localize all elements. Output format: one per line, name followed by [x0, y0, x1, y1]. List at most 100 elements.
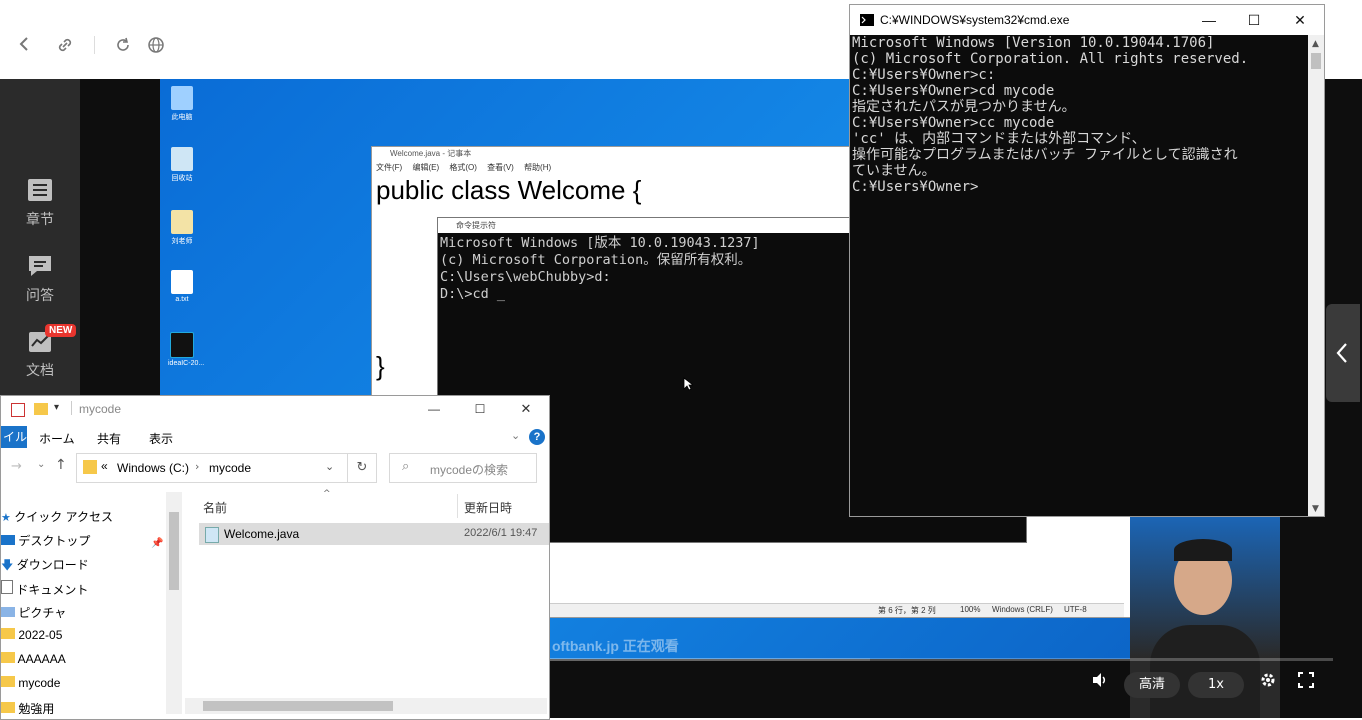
- scrollbar-thumb[interactable]: [1311, 53, 1321, 69]
- speed-button[interactable]: 1x: [1188, 672, 1244, 698]
- console-line: 指定されたパスが見つかりません。: [852, 99, 1076, 115]
- horizontal-scrollbar-thumb[interactable]: [203, 701, 393, 711]
- console-line: C:¥Users¥Owner>cd mycode: [852, 83, 1055, 99]
- recent-dropdown-icon[interactable]: ⌄: [37, 459, 45, 470]
- nav-pictures[interactable]: ピクチャ: [1, 604, 66, 621]
- close-button[interactable]: ✕: [503, 395, 549, 425]
- nav-quick-access[interactable]: ★ クイック アクセス: [1, 508, 113, 525]
- menu-file: 文件(F): [376, 163, 403, 172]
- expand-ribbon-icon[interactable]: ⌄: [511, 429, 520, 442]
- settings-button[interactable]: [1256, 672, 1280, 698]
- nav-scrollbar[interactable]: [166, 492, 182, 714]
- fullscreen-button[interactable]: [1294, 672, 1318, 698]
- desktop-icon: [1, 535, 15, 545]
- sort-indicator-icon: ^: [323, 489, 331, 499]
- maximize-icon: ☐: [474, 402, 486, 416]
- reload-icon: [117, 37, 129, 51]
- search-box[interactable]: ⌕ mycodeの検索: [389, 453, 537, 483]
- close-icon: ✕: [520, 401, 532, 416]
- new-folder-icon[interactable]: [34, 403, 48, 415]
- chevron-left-icon: [1336, 343, 1347, 363]
- desktop-icon-folder: 刘老师: [168, 210, 196, 246]
- refresh-button[interactable]: ↻: [347, 453, 377, 483]
- nav-scrollbar-thumb[interactable]: [169, 512, 179, 590]
- status-encoding: UTF-8: [1064, 605, 1087, 614]
- scroll-down-icon[interactable]: ▼: [1312, 504, 1319, 514]
- collapse-panel-button[interactable]: [1326, 304, 1360, 402]
- reload-button[interactable]: [114, 36, 132, 59]
- status-zoom: 100%: [960, 605, 981, 614]
- nav-folder-mycode[interactable]: mycode: [1, 676, 60, 690]
- column-header-name[interactable]: 名前: [203, 499, 227, 516]
- cmd-scrollbar[interactable]: ▲ ▼: [1308, 35, 1324, 516]
- translate-button[interactable]: [147, 36, 165, 59]
- minimize-button[interactable]: —: [1186, 5, 1232, 35]
- menu-edit: 编辑(E): [412, 163, 440, 172]
- desktop-icon-recycle-bin: 回收站: [168, 147, 196, 183]
- sidebar-item-qa[interactable]: 问答: [0, 253, 80, 305]
- chapter-icon: [28, 179, 52, 201]
- nav-folder-aaaaaa[interactable]: AAAAAA: [1, 652, 66, 666]
- cmd-output[interactable]: Microsoft Windows [Version 10.0.19044.17…: [850, 35, 1324, 195]
- breadcrumb-folder[interactable]: mycode: [209, 461, 251, 475]
- file-modified: 2022/6/1 19:47: [464, 527, 538, 539]
- desktop-icon-label: ideaIC-20...: [168, 360, 205, 367]
- video-player-controls: 高清 1x: [548, 658, 1333, 718]
- tab-file[interactable]: イル: [1, 426, 27, 448]
- intellij-icon: [170, 332, 194, 358]
- help-icon[interactable]: ?: [529, 429, 545, 445]
- console-line: 'cc' は、内部コマンドまたは外部コマンド、: [852, 131, 1146, 147]
- folder-icon: [1, 702, 15, 713]
- quality-button[interactable]: 高清: [1124, 672, 1180, 698]
- minimize-button[interactable]: —: [411, 395, 457, 425]
- nav-desktop[interactable]: デスクトップ: [1, 532, 90, 549]
- nav-label: mycode: [18, 676, 61, 690]
- file-list: ^ 名前 更新日時 Welcome.java 2022/6/1 19:47: [185, 489, 549, 714]
- address-dropdown-icon[interactable]: ⌄: [325, 460, 334, 473]
- scroll-up-icon[interactable]: ▲: [1312, 39, 1319, 49]
- address-overflow[interactable]: «: [101, 459, 108, 473]
- forward-arrow-icon[interactable]: →: [11, 459, 22, 474]
- explorer-titlebar[interactable]: ▾ mycode — ☐ ✕: [1, 396, 549, 424]
- breadcrumb-drive[interactable]: Windows (C:): [117, 461, 189, 475]
- copy-link-button[interactable]: [56, 36, 74, 59]
- file-name: Welcome.java: [224, 527, 300, 541]
- nav-folder-study[interactable]: 勉強用: [1, 700, 54, 714]
- horizontal-scrollbar[interactable]: [185, 698, 547, 714]
- folder-icon: [1, 628, 15, 639]
- up-arrow-icon[interactable]: ↑: [55, 457, 67, 473]
- maximize-button[interactable]: ☐: [457, 395, 503, 425]
- minimize-icon: —: [428, 402, 440, 416]
- address-bar[interactable]: « Windows (C:) › mycode ⌄: [76, 453, 348, 483]
- sidebar-item-chapters[interactable]: 章节: [0, 177, 80, 229]
- volume-button[interactable]: [1088, 672, 1112, 698]
- nav-documents[interactable]: ドキュメント: [1, 580, 88, 598]
- close-button[interactable]: ✕: [1277, 5, 1323, 35]
- tab-share[interactable]: 共有: [97, 430, 121, 447]
- console-line: C:¥Users¥Owner>cc mycode: [852, 115, 1055, 131]
- explorer-ribbon: イル ホーム 共有 表示 ⌄ ?: [1, 424, 549, 450]
- table-row[interactable]: Welcome.java 2022/6/1 19:47: [199, 523, 549, 545]
- console-line: Microsoft Windows [Version 10.0.19044.17…: [852, 35, 1215, 51]
- progress-played: [548, 658, 870, 661]
- maximize-button[interactable]: ☐: [1231, 5, 1277, 35]
- tab-view[interactable]: 表示: [149, 430, 173, 447]
- explorer-address-row: → ⌄ ↑ « Windows (C:) › mycode ⌄ ↻ ⌕ myco…: [1, 450, 549, 484]
- maximize-icon: ☐: [1247, 12, 1261, 28]
- nav-folder-2022-05[interactable]: 2022-05: [1, 628, 62, 642]
- file-explorer-window: ▾ mycode — ☐ ✕ イル ホーム 共有 表示 ⌄ ? → ⌄ ↑ « …: [0, 395, 550, 720]
- column-divider[interactable]: [457, 494, 458, 518]
- column-header-modified[interactable]: 更新日時: [464, 499, 512, 516]
- java-file-icon: [205, 527, 219, 543]
- nav-label: AAAAAA: [17, 652, 66, 666]
- cmd-titlebar[interactable]: C:¥WINDOWS¥system32¥cmd.exe — ☐ ✕: [850, 5, 1324, 35]
- nav-downloads[interactable]: 🡇 ダウンロード: [1, 556, 89, 577]
- back-button[interactable]: [17, 36, 31, 57]
- mouse-cursor-icon: [683, 377, 693, 391]
- pin-icon: 📌: [151, 538, 164, 549]
- search-icon: ⌕: [402, 459, 410, 474]
- quick-access-dropdown-icon[interactable]: ▾: [54, 402, 59, 413]
- sidebar-item-docs[interactable]: NEW 文档: [0, 324, 80, 380]
- properties-icon[interactable]: [11, 403, 25, 417]
- tab-home[interactable]: ホーム: [39, 430, 75, 447]
